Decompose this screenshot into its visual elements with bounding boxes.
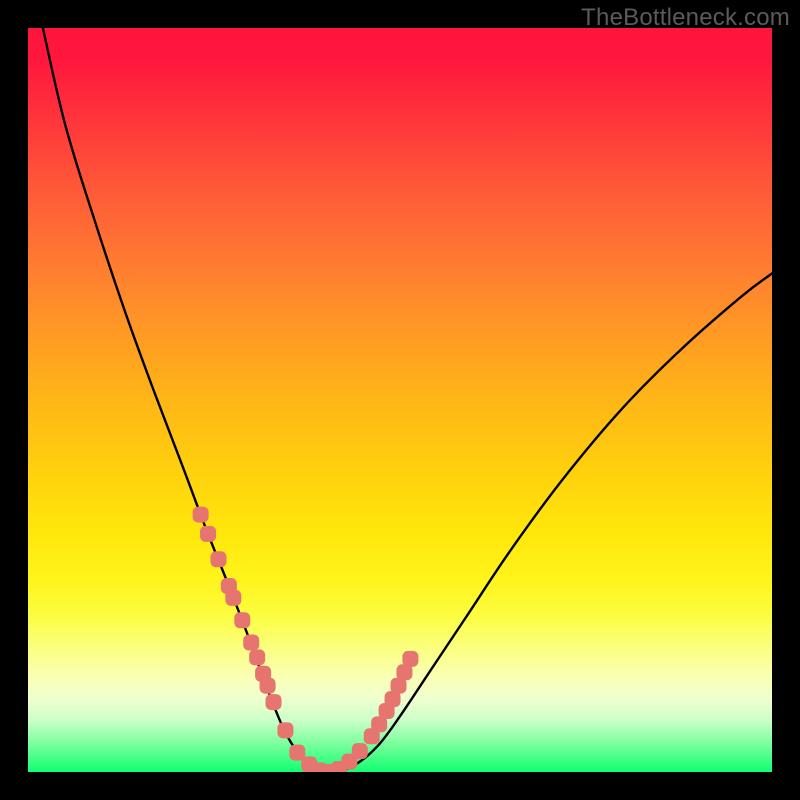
highlight-dot [210,551,226,567]
highlight-dot [277,722,293,738]
dots-layer [193,507,419,772]
highlight-dot [249,649,265,665]
highlight-dot [200,526,216,542]
highlight-dot [260,678,276,694]
highlight-dot [352,743,368,759]
highlight-dot [193,507,209,523]
watermark-text: TheBottleneck.com [581,4,790,32]
highlight-dot [243,635,259,651]
highlight-dot [402,651,418,667]
plot-area [28,28,772,772]
highlight-dot [266,694,282,710]
chart-svg [28,28,772,772]
highlight-dot [225,590,241,606]
highlight-dot [234,612,250,628]
chart-outer-frame: TheBottleneck.com [0,0,800,800]
